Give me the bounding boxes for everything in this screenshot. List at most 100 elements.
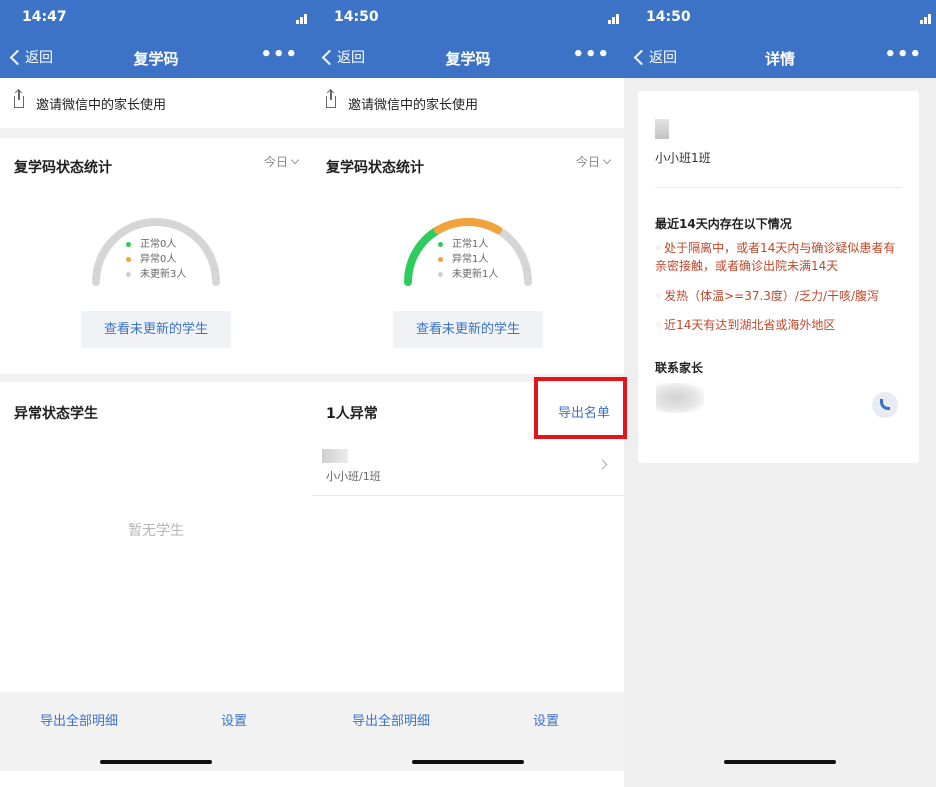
abnormal-title: 异常状态学生 — [14, 406, 98, 422]
bullet: ◦ — [655, 289, 663, 303]
signal-icon — [296, 20, 299, 24]
student-row[interactable]: 小小班/1班 — [312, 442, 624, 496]
chevron-down-icon — [290, 155, 300, 165]
gauge-segment-normal — [403, 226, 442, 286]
screen-detail: 14:50 返回 详情 ••• 小小班1班 最近14天内存在以下情况 ◦ 处于隔离… — [624, 0, 936, 787]
stats-title: 复学码状态统计 — [326, 160, 424, 176]
student-detail-card: 小小班1班 最近14天内存在以下情况 ◦ 处于隔离中，或者14天内与确诊疑似患者有… — [638, 91, 919, 463]
legend-abnormal: 异常1人 — [438, 252, 498, 267]
legend-abnormal-label: 异常1人 — [452, 254, 489, 265]
legend-not-updated-label: 未更新3人 — [140, 269, 187, 280]
phone-icon — [880, 399, 890, 410]
legend-normal-label: 正常0人 — [140, 239, 177, 250]
status-stats-card: 复学码状态统计 今日 正常0人 异常0人 未更新3人 查看未更新的学生 — [0, 138, 312, 374]
legend-normal-label: 正常1人 — [452, 239, 489, 250]
invite-parents-row[interactable]: 邀请微信中的家长使用 — [312, 78, 624, 128]
invite-parents-row[interactable]: 邀请微信中的家长使用 — [0, 78, 312, 128]
condition-item: ◦ 处于隔离中，或者14天内与确诊疑似患者有亲密接触，或者确诊出院未满14天 — [655, 239, 905, 275]
more-icon[interactable]: ••• — [572, 44, 610, 65]
gauge-legend: 正常0人 异常0人 未更新3人 — [126, 237, 186, 282]
legend-normal: 正常1人 — [438, 237, 498, 252]
status-time: 14:50 — [646, 9, 691, 25]
date-range-dropdown[interactable]: 今日 — [263, 153, 300, 170]
bottom-bar: 导出全部明细 设置 — [312, 692, 624, 787]
signal-bar — [924, 17, 927, 24]
abnormal-dot — [438, 257, 443, 262]
more-icon[interactable]: ••• — [884, 44, 922, 65]
legend-normal: 正常0人 — [126, 237, 186, 252]
legend-not-updated-label: 未更新1人 — [452, 269, 499, 280]
status-bar: 14:47 — [0, 0, 312, 36]
signal-icon — [920, 20, 923, 24]
date-range-value: 今日 — [263, 155, 288, 169]
export-all-button[interactable]: 导出全部明细 — [352, 710, 430, 729]
call-parent-button[interactable] — [872, 392, 898, 418]
student-class: 小小班/1班 — [326, 470, 381, 483]
condition-text: 处于隔离中，或者14天内与确诊疑似患者有亲密接触，或者确诊出院未满14天 — [655, 241, 896, 273]
signal-bar — [300, 17, 303, 24]
normal-dot — [126, 242, 131, 247]
status-stats-card: 复学码状态统计 今日 正常1人 异常1人 未更新1人 查看未更新的学生 — [312, 138, 624, 374]
blurred-parent-name — [656, 383, 704, 413]
more-icon[interactable]: ••• — [260, 44, 298, 65]
empty-state: 暂无学生 — [128, 523, 184, 539]
chevron-right-icon — [597, 459, 608, 470]
legend-abnormal-label: 异常0人 — [140, 254, 177, 265]
date-range-value: 今日 — [575, 155, 600, 169]
divider — [655, 187, 902, 188]
abnormal-dot — [126, 257, 131, 262]
highlight-box — [534, 377, 627, 439]
gauge-legend: 正常1人 异常1人 未更新1人 — [438, 237, 498, 282]
condition-text: 发热（体温>=37.3度）/乏力/干咳/腹泻 — [664, 289, 880, 303]
status-bar: 14:50 — [312, 0, 624, 36]
bullet: ◦ — [655, 241, 663, 255]
legend-not-updated: 未更新3人 — [126, 267, 186, 282]
status-time: 14:47 — [22, 9, 67, 25]
blurred-student-name — [655, 119, 669, 139]
contact-parent-title: 联系家长 — [655, 361, 704, 375]
home-indicator[interactable] — [100, 760, 212, 764]
nav-bar: 返回 复学码 ••• — [0, 36, 312, 78]
condition-item: ◦ 发热（体温>=37.3度）/乏力/干咳/腹泻 — [655, 287, 905, 305]
student-class: 小小班1班 — [655, 151, 711, 165]
view-not-updated-button[interactable]: 查看未更新的学生 — [81, 311, 231, 348]
legend-abnormal: 异常0人 — [126, 252, 186, 267]
chevron-down-icon — [602, 155, 612, 165]
bottom-bar: 导出全部明细 设置 — [0, 692, 312, 787]
blurred-student-name — [322, 449, 348, 463]
share-icon — [326, 90, 336, 108]
stats-title: 复学码状态统计 — [14, 160, 112, 176]
abnormal-count-title: 1人异常 — [326, 406, 378, 422]
bottom-safe-area — [0, 771, 312, 787]
status-bar: 14:50 — [624, 0, 936, 36]
screen-home-before: 14:47 返回 复学码 ••• 邀请微信中的家长使用 复学码状态统计 今日 正… — [0, 0, 312, 787]
legend-not-updated: 未更新1人 — [438, 267, 498, 282]
normal-dot — [438, 242, 443, 247]
view-not-updated-button[interactable]: 查看未更新的学生 — [393, 311, 543, 348]
signal-bar — [304, 14, 307, 24]
invite-label: 邀请微信中的家长使用 — [348, 98, 479, 113]
settings-button[interactable]: 设置 — [221, 710, 247, 729]
status-time: 14:50 — [334, 9, 379, 25]
signal-bar — [612, 17, 615, 24]
home-indicator[interactable] — [412, 760, 524, 764]
condition-text: 近14天有达到湖北省或海外地区 — [664, 318, 836, 332]
condition-item: ◦ 近14天有达到湖北省或海外地区 — [655, 316, 905, 334]
signal-icon — [608, 20, 611, 24]
nav-bar: 返回 详情 ••• — [624, 36, 936, 78]
signal-bar — [928, 14, 931, 24]
signal-bar — [616, 14, 619, 24]
settings-button[interactable]: 设置 — [533, 710, 559, 729]
bullet: ◦ — [655, 318, 663, 332]
condition-section-title: 最近14天内存在以下情况 — [655, 217, 792, 231]
invite-label: 邀请微信中的家长使用 — [36, 98, 167, 113]
not-updated-dot — [126, 272, 131, 277]
export-all-button[interactable]: 导出全部明细 — [40, 710, 118, 729]
nav-bar: 返回 复学码 ••• — [312, 36, 624, 78]
share-icon — [14, 90, 24, 108]
date-range-dropdown[interactable]: 今日 — [575, 153, 612, 170]
not-updated-dot — [438, 272, 443, 277]
home-indicator[interactable] — [724, 760, 836, 764]
bottom-safe-area — [312, 771, 624, 787]
abnormal-students-section: 异常状态学生 暂无学生 — [0, 382, 312, 692]
